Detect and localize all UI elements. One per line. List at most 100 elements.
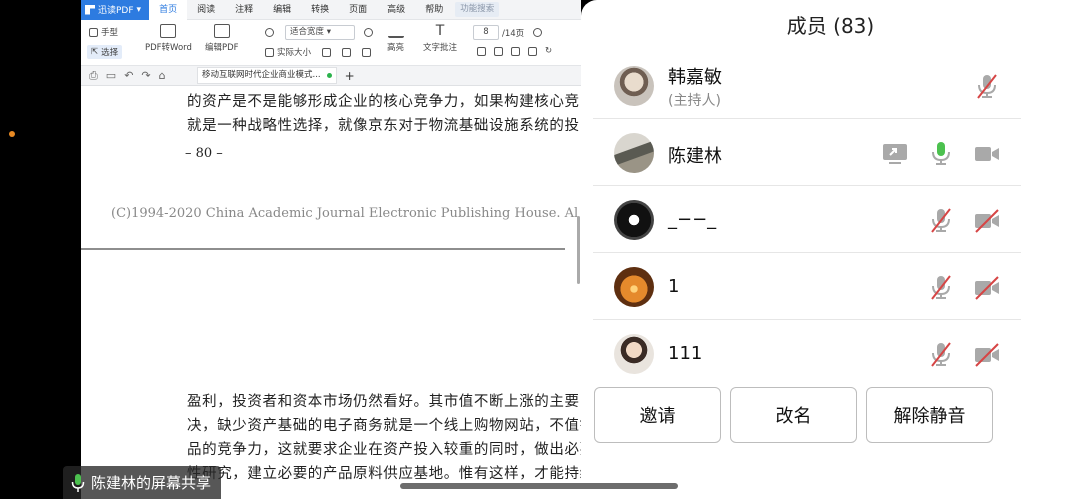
member-row[interactable]: _−−_ [593, 187, 1021, 253]
fit-page-icon[interactable] [322, 47, 332, 57]
page-text-line: 性研究，建立必要的产品原料供应基地。惟有这样，才能持续 [187, 466, 581, 482]
avatar [614, 133, 654, 173]
edit-icon [213, 24, 230, 38]
tab-convert[interactable]: 转换 [301, 0, 339, 20]
text-note-label: 文字批注 [423, 43, 458, 53]
unmute-button[interactable]: 解除静音 [866, 387, 993, 443]
row-divider [593, 252, 1021, 253]
tab-edit[interactable]: 编辑 [263, 0, 301, 20]
mic-off-icon[interactable] [927, 340, 955, 368]
screen-share-icon[interactable] [881, 140, 909, 168]
actual-size-button[interactable]: 实际大小 [265, 46, 372, 58]
saved-status-icon [326, 73, 332, 78]
function-search-input[interactable]: 功能搜索 [455, 2, 500, 17]
tab-page[interactable]: 页面 [339, 0, 377, 20]
new-tab-button[interactable]: + [345, 69, 355, 83]
zoom-out-icon[interactable] [265, 28, 274, 37]
member-list[interactable]: 韩嘉敏 (主持人) 陈建林 _−−_ 1 111 [593, 53, 1021, 375]
edit-pdf-label: 编辑PDF [205, 43, 239, 53]
pdf-brand[interactable]: 迅读PDF ▾ [81, 0, 150, 20]
page-navigator: 8 /14页 [473, 25, 543, 40]
chevron-down-icon: ▾ [136, 4, 142, 15]
row-divider [593, 118, 1021, 119]
home-indicator[interactable] [400, 483, 678, 489]
zoom-mode-value: 适合宽度 [290, 27, 325, 37]
text-select-icon[interactable] [362, 47, 372, 57]
quick-access-icons[interactable]: ⎙▭↶↷⌂ [89, 69, 174, 83]
page-separator [81, 248, 565, 250]
rotate-icon[interactable]: ↻ [545, 46, 552, 56]
page-text-line: 的资产是不是能够形成企业的核心竞争力，如果构建核心竞 [187, 94, 580, 110]
zoom-mode-select[interactable]: 适合宽度 ▾ [285, 25, 355, 40]
mic-off-icon[interactable] [973, 72, 1001, 100]
row-divider [593, 319, 1021, 320]
tab-home[interactable]: 首页 [149, 0, 188, 20]
avatar [614, 267, 654, 307]
member-name: 1 [668, 276, 680, 297]
rename-button[interactable]: 改名 [730, 387, 857, 443]
member-row[interactable]: 1 [593, 254, 1021, 320]
mic-on-icon[interactable] [927, 139, 955, 167]
word-icon [160, 24, 177, 38]
video-off-icon[interactable] [973, 207, 1001, 235]
select-label: 选择 [101, 48, 119, 58]
page-text-line: 品的竞争力，这就要求企业在资产投入较重的同时，做出必要 [187, 442, 581, 458]
page-number: – 80 – [185, 146, 223, 161]
zoom-controls: 适合宽度 ▾ [265, 25, 373, 40]
status-dot [9, 131, 15, 137]
tab-annotate[interactable]: 注释 [225, 0, 263, 20]
pdf-to-word-button[interactable]: PDF转Word [145, 24, 192, 53]
screen-share-owner: 陈建林的屏幕共享 [91, 474, 212, 492]
row-divider [593, 185, 1021, 186]
brand-label: 迅读PDF [98, 6, 134, 16]
page-number-input[interactable]: 8 [473, 25, 499, 40]
select-tool-button[interactable]: ⇱ 选择 [87, 45, 123, 59]
mic-on-icon [71, 473, 85, 492]
member-role: (主持人) [668, 93, 721, 109]
pdf-ribbon: 手型 ⇱ 选择 PDF转Word 编辑PDF 适合宽度 ▾ 实际大小 高亮 T … [81, 20, 581, 66]
pdf-to-word-label: PDF转Word [145, 43, 192, 53]
text-icon: T [435, 23, 445, 39]
previous-page-icon[interactable] [533, 28, 543, 37]
members-panel: 成员 (83) 韩嘉敏 (主持人) 陈建林 _−−_ 1 111 邀请 改名 解… [581, 0, 1080, 499]
edit-pdf-button[interactable]: 编辑PDF [205, 24, 239, 53]
member-row[interactable]: 陈建林 [593, 120, 1021, 186]
screen: 迅读PDF ▾ 首页 阅读 注释 编辑 转换 页面 高级 帮助 功能搜索 手型 … [0, 0, 1080, 499]
hand-tool-button[interactable]: 手型 [89, 26, 118, 38]
zoom-in-icon[interactable] [364, 28, 373, 37]
video-off-icon[interactable] [973, 274, 1001, 302]
tab-advanced[interactable]: 高级 [377, 0, 415, 20]
highlight-icon [387, 24, 404, 38]
page-text-line: 就是一种战略性选择，就像京东对于物流基础设施系统的投 [187, 118, 580, 134]
double-page-icon[interactable] [494, 46, 503, 56]
member-row[interactable]: 111 [593, 321, 1021, 375]
single-page-icon[interactable] [477, 46, 486, 56]
document-tab[interactable]: 移动互联网时代企业商业模式... [197, 67, 337, 84]
member-name: 陈建林 [668, 146, 722, 167]
document-tab-bar: ⎙▭↶↷⌂ 移动互联网时代企业商业模式... + [81, 66, 581, 86]
page-total-label: /14页 [502, 28, 525, 39]
member-row[interactable]: 韩嘉敏 (主持人) [593, 53, 1021, 119]
view-mode-buttons: ↻ [477, 46, 552, 56]
hand-label: 手型 [101, 28, 119, 38]
avatar [614, 66, 654, 106]
video-on-icon[interactable] [973, 140, 1001, 168]
mic-off-icon[interactable] [927, 206, 955, 234]
member-name: _−−_ [668, 209, 717, 230]
members-title: 成员 (83) [786, 14, 875, 38]
highlight-button[interactable]: 高亮 [387, 24, 404, 53]
member-name: 111 [668, 343, 703, 364]
invite-button[interactable]: 邀请 [594, 387, 721, 443]
tab-read[interactable]: 阅读 [187, 0, 225, 20]
video-off-icon[interactable] [973, 341, 1001, 369]
text-note-button[interactable]: T 文字批注 [423, 24, 457, 53]
vertical-scrollbar[interactable] [577, 216, 580, 284]
tab-help[interactable]: 帮助 [415, 0, 453, 20]
scroll-mode-icon[interactable] [528, 46, 537, 56]
mic-off-icon[interactable] [927, 273, 955, 301]
fit-width-icon[interactable] [342, 47, 352, 57]
member-actions: 邀请 改名 解除静音 [594, 387, 994, 443]
continuous-page-icon[interactable] [511, 46, 520, 56]
page-text-line: 决，缺少资产基础的电子商务就是一个线上购物网站，不值钱 [187, 418, 581, 434]
hand-icon [89, 27, 98, 37]
